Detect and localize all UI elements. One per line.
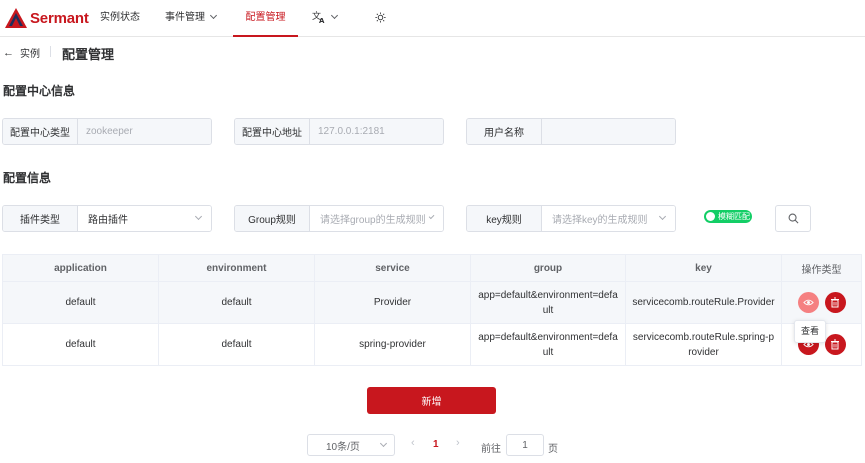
nav-label: 配置管理: [245, 12, 286, 23]
cell-actions: [781, 281, 862, 324]
brand-name: Sermant: [30, 9, 89, 27]
view-tooltip: 查看: [794, 320, 827, 343]
config-center-type-field: 配置中心类型 zookeeper: [2, 118, 212, 145]
page-size-select[interactable]: 10条/页: [307, 434, 395, 456]
back-link[interactable]: ← 实例: [3, 45, 40, 61]
nav-event-management[interactable]: 事件管理: [165, 0, 218, 37]
fuzzy-match-toggle[interactable]: 模糊匹配: [704, 210, 752, 223]
field-label: 配置中心类型: [3, 119, 78, 144]
plugin-type-field: 插件类型 路由插件: [2, 205, 212, 232]
select-placeholder: 请选择group的生成规则: [320, 215, 426, 226]
svg-text:A: A: [319, 17, 325, 24]
field-label: 插件类型: [3, 206, 78, 231]
cell-environment: default: [158, 281, 315, 324]
page-title: 配置管理: [62, 47, 115, 62]
column-header: 操作类型: [781, 254, 862, 282]
cell-service: Provider: [314, 281, 471, 324]
goto-label: 前往: [481, 444, 501, 455]
cell-application: default: [2, 281, 159, 324]
table-row: default default Provider app=default&env…: [2, 281, 862, 324]
cell-environment: default: [158, 323, 315, 366]
nav-label: 实例状态: [100, 12, 140, 23]
field-label: 用户名称: [467, 119, 542, 144]
translate-icon: 文 A: [312, 10, 325, 25]
chevron-down-icon: [658, 212, 667, 221]
select-placeholder: 请选择key的生成规则: [552, 215, 648, 226]
field-label: 配置中心地址: [235, 119, 310, 144]
config-center-address-input[interactable]: 127.0.0.1:2181: [310, 119, 443, 144]
key-rule-field: key规则 请选择key的生成规则: [466, 205, 676, 232]
chevron-down-icon: [330, 11, 339, 20]
goto-page-input[interactable]: 1: [506, 434, 544, 456]
config-center-title: 配置中心信息: [3, 84, 76, 98]
chevron-down-icon: [209, 11, 218, 20]
group-rule-select[interactable]: 请选择group的生成规则: [310, 206, 443, 231]
language-switcher[interactable]: 文 A: [312, 0, 339, 37]
key-rule-select[interactable]: 请选择key的生成规则: [542, 206, 675, 231]
group-rule-field: Group规则 请选择group的生成规则: [234, 205, 444, 232]
config-center-address-field: 配置中心地址 127.0.0.1:2181: [234, 118, 444, 145]
column-header: key: [625, 254, 782, 282]
toggle-knob: [706, 212, 715, 221]
chevron-down-icon: [428, 213, 435, 220]
next-page-button[interactable]: ›: [456, 437, 460, 449]
theme-toggle[interactable]: [375, 0, 386, 37]
page-unit-label: 页: [548, 444, 558, 455]
plugin-type-select[interactable]: 路由插件: [78, 206, 211, 231]
trash-icon: [831, 297, 839, 308]
column-header: application: [2, 254, 159, 282]
page-size-value: 10条/页: [326, 441, 360, 453]
field-label: key规则: [467, 206, 542, 231]
cell-actions: 查看: [781, 320, 862, 366]
cell-key: servicecomb.routeRule.Provider: [625, 281, 782, 324]
nav-label: 事件管理: [165, 12, 205, 23]
config-info-title: 配置信息: [3, 171, 52, 185]
current-page[interactable]: 1: [433, 439, 439, 450]
cell-group: app=default&environment=default: [470, 323, 626, 366]
cell-group: app=default&environment=default: [470, 281, 626, 324]
cell-service: spring-provider: [314, 323, 471, 366]
search-button[interactable]: [775, 205, 811, 232]
sun-icon: [375, 12, 386, 23]
toggle-label: 模糊匹配: [718, 212, 750, 221]
delete-button[interactable]: [824, 292, 846, 313]
field-label: Group规则: [235, 206, 310, 231]
top-navbar: Sermant 实例状态 事件管理 配置管理 文 A: [0, 0, 865, 37]
cell-application: default: [2, 323, 159, 366]
sermant-logo-icon: [5, 8, 27, 28]
table-row: default default spring-provider app=defa…: [2, 320, 862, 366]
breadcrumb-divider: [50, 46, 51, 57]
column-header: environment: [158, 254, 315, 282]
arrow-left-icon: ←: [3, 46, 14, 59]
chevron-down-icon: [194, 212, 203, 221]
user-name-input[interactable]: [542, 119, 675, 144]
eye-icon: [802, 299, 814, 306]
nav-config-management[interactable]: 配置管理: [233, 0, 298, 37]
brand-logo[interactable]: Sermant: [4, 7, 96, 29]
prev-page-button[interactable]: ‹: [411, 437, 415, 449]
view-button[interactable]: [797, 292, 819, 313]
column-header: group: [470, 254, 626, 282]
back-label: 实例: [20, 49, 40, 60]
search-icon: [788, 213, 798, 224]
select-value: 路由插件: [88, 215, 128, 226]
delete-button[interactable]: [824, 334, 846, 355]
column-header: service: [314, 254, 471, 282]
config-table: application environment service group ke…: [2, 254, 862, 366]
cell-key: servicecomb.routeRule.spring-provider: [625, 323, 782, 366]
table-header-row: application environment service group ke…: [2, 254, 862, 282]
nav-instance-status[interactable]: 实例状态: [100, 0, 140, 37]
trash-icon: [831, 339, 839, 350]
user-name-field: 用户名称: [466, 118, 676, 145]
add-button[interactable]: 新增: [367, 387, 496, 414]
config-center-type-input[interactable]: zookeeper: [78, 119, 211, 144]
chevron-down-icon: [379, 439, 388, 447]
